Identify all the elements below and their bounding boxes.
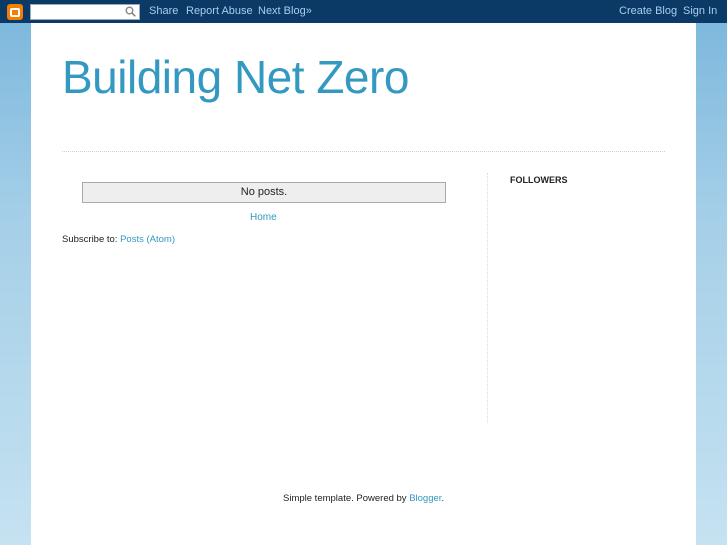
- sign-in-link[interactable]: Sign In: [683, 5, 717, 17]
- blogger-link[interactable]: Blogger: [409, 493, 441, 504]
- blogger-logo-icon[interactable]: [7, 4, 23, 20]
- next-blog-link[interactable]: Next Blog»: [258, 5, 312, 17]
- search-input[interactable]: [30, 4, 140, 20]
- report-abuse-link[interactable]: Report Abuse: [186, 5, 253, 17]
- create-blog-link[interactable]: Create Blog: [619, 5, 677, 17]
- search-icon[interactable]: [125, 6, 136, 17]
- share-link[interactable]: Share: [149, 5, 178, 17]
- blog-title[interactable]: Building Net Zero: [62, 50, 409, 104]
- subscribe-label: Subscribe to:: [62, 234, 121, 245]
- posts-atom-link[interactable]: Posts (Atom): [120, 234, 175, 245]
- home-link[interactable]: Home: [250, 212, 277, 223]
- followers-heading: FOLLOWERS: [510, 175, 568, 185]
- blogger-navbar: Share Report Abuse Next Blog» Create Blo…: [0, 0, 727, 23]
- footer-text: Simple template. Powered by: [283, 493, 410, 504]
- footer: Simple template. Powered by Blogger.: [283, 493, 444, 504]
- content-panel: Building Net Zero No posts. Home Subscri…: [31, 23, 696, 545]
- sidebar-divider: [487, 173, 488, 423]
- footer-suffix: .: [441, 493, 445, 504]
- header-divider: [62, 151, 665, 152]
- no-posts-message: No posts.: [82, 182, 446, 203]
- subscribe-line: Subscribe to: Posts (Atom): [62, 234, 175, 245]
